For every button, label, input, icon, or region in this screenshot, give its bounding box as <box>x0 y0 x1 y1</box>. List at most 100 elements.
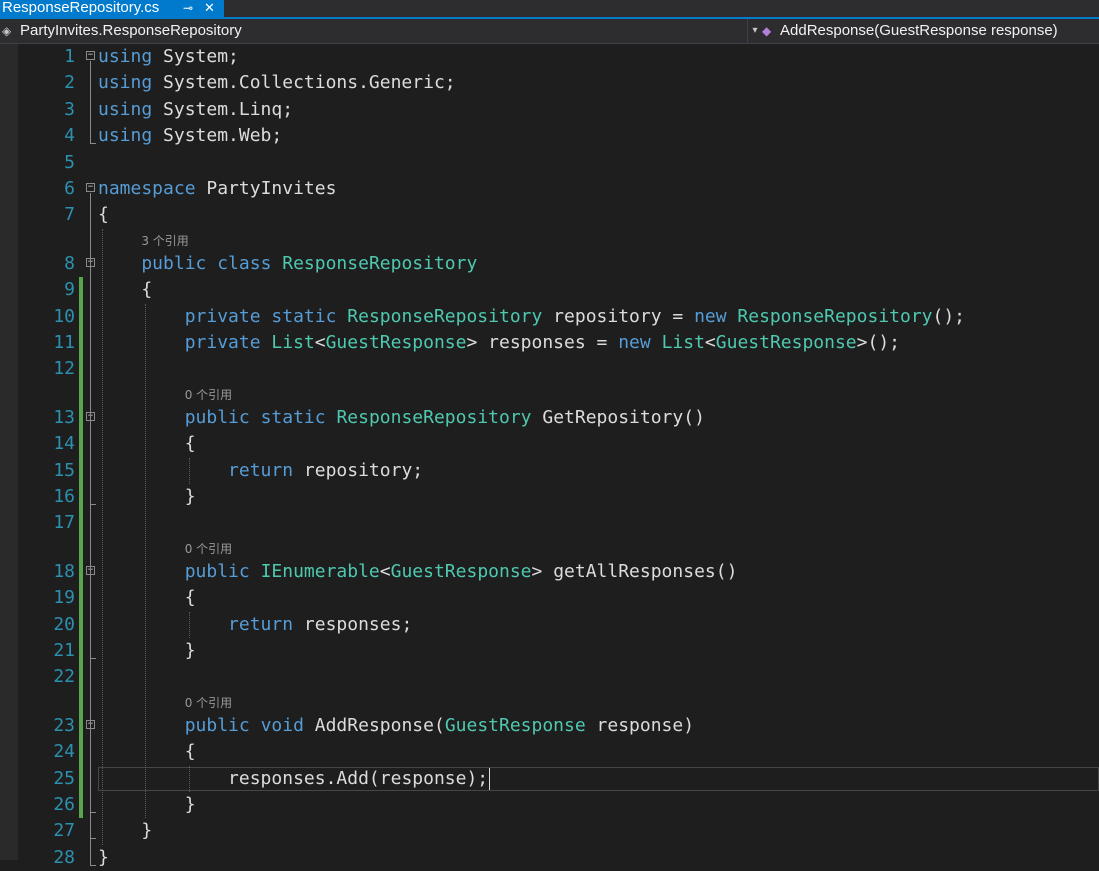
keyword-token: new <box>694 305 727 327</box>
collapse-icon[interactable]: − <box>86 183 95 192</box>
outline-end-marker <box>90 812 96 813</box>
keyword-token: public <box>184 406 250 428</box>
keyword-token: using <box>98 125 153 147</box>
code-line[interactable]: 18−public IEnumerable<GuestResponse> get… <box>0 559 1099 585</box>
line-number: 22 <box>53 666 75 688</box>
code-line[interactable]: 4 using System.Web; <box>0 123 1099 149</box>
keyword-token: static <box>260 406 326 428</box>
code-text: public IEnumerable<GuestResponse> getAll… <box>185 559 738 585</box>
keyword-token: namespace <box>98 178 196 199</box>
code-line[interactable]: 17 <box>0 510 1099 536</box>
outline-method-addresponse <box>90 729 91 812</box>
code-line[interactable]: 9{ <box>0 277 1099 303</box>
code-token: System.Linq; <box>152 98 294 120</box>
code-line[interactable]: 8−public class ResponseRepository <box>0 251 1099 277</box>
code-line[interactable]: 27} <box>0 818 1099 844</box>
code-text: } <box>185 638 196 664</box>
type-token: ResponseRepository <box>282 252 478 274</box>
code-token: } <box>184 486 196 507</box>
code-lens-references[interactable]: 3 个引用 <box>141 232 188 250</box>
line-number: 19 <box>53 587 75 609</box>
code-line[interactable]: 14 { <box>0 431 1099 457</box>
code-line[interactable]: 13−public static ResponseRepository GetR… <box>0 405 1099 431</box>
indent-guide <box>102 228 103 845</box>
code-text: } <box>185 484 196 510</box>
line-number: 28 <box>53 846 75 868</box>
line-number: 7 <box>64 204 75 226</box>
class-icon: ◈ <box>2 24 12 38</box>
code-line[interactable]: 22 <box>0 664 1099 690</box>
chevron-down-icon[interactable]: ▾ <box>749 19 761 43</box>
pin-icon[interactable]: ⊸ <box>183 0 193 16</box>
code-token: } <box>184 640 196 661</box>
code-lens-references[interactable]: 0 个引用 <box>185 694 232 712</box>
code-line[interactable]: 21} <box>0 638 1099 664</box>
collapse-icon[interactable]: − <box>86 51 95 60</box>
type-token: IEnumerable <box>260 560 380 582</box>
code-line[interactable]: 3 using System.Linq; <box>0 97 1099 123</box>
code-token: { <box>184 587 196 609</box>
keyword-token: return <box>228 613 294 635</box>
type-dropdown[interactable]: ◈ PartyInvites.ResponseRepository <box>0 19 748 43</box>
code-token: System.Collections.Generic; <box>152 72 456 94</box>
line-number: 6 <box>64 178 75 199</box>
code-token: { <box>98 204 109 226</box>
code-text: public void AddResponse(GuestResponse re… <box>185 713 694 739</box>
code-editor[interactable]: 1− using System; 2 using System.Collections… <box>0 44 1099 868</box>
code-token: < <box>704 332 716 353</box>
code-token: { <box>184 741 196 763</box>
code-lens-references[interactable]: 0 个引用 <box>185 540 232 558</box>
keyword-token: static <box>271 305 337 327</box>
keyword-token: return <box>228 459 294 481</box>
line-number: 11 <box>53 332 75 353</box>
member-dropdown-label: AddResponse(GuestResponse response) <box>780 22 1058 39</box>
line-number: 12 <box>53 358 75 380</box>
code-lens-references[interactable]: 0 个引用 <box>185 386 232 404</box>
code-text: public static ResponseRepository GetRepo… <box>185 405 705 431</box>
line-number: 26 <box>53 794 75 815</box>
code-line[interactable]: 24 { <box>0 739 1099 765</box>
code-line[interactable]: 26} <box>0 792 1099 818</box>
code-token: repository = <box>542 305 695 327</box>
keyword-token: new <box>618 332 651 353</box>
code-line[interactable]: 25 responses.Add(response); <box>0 766 1099 792</box>
code-line[interactable]: 1 − using System; <box>0 44 1099 70</box>
code-line[interactable]: 20 return responses; <box>0 612 1099 638</box>
code-line[interactable]: 2 using System.Collections.Generic; <box>0 70 1099 96</box>
outline-using-block <box>90 61 91 144</box>
line-number: 18 <box>53 560 75 582</box>
code-line[interactable]: 10 private static ResponseRepository repo… <box>0 304 1099 330</box>
code-line[interactable]: 15 return repository; <box>0 458 1099 484</box>
code-token: >(); <box>856 332 901 353</box>
code-token: AddResponse( <box>303 714 445 736</box>
line-number: 10 <box>53 305 75 327</box>
code-line[interactable]: 11 private List<GuestResponse> responses … <box>0 330 1099 356</box>
member-dropdown[interactable]: ◆ AddResponse(GuestResponse response) <box>762 19 1099 43</box>
code-line[interactable]: 28} <box>0 845 1099 871</box>
line-number: 1 <box>64 46 75 67</box>
code-line[interactable]: 16} <box>0 484 1099 510</box>
tab-response-repository[interactable]: ResponseRepository.cs ⊸ ✕ <box>0 0 224 17</box>
code-line[interactable]: 5 <box>0 150 1099 176</box>
code-line[interactable]: 7{ <box>0 202 1099 228</box>
code-line[interactable]: 23−public void AddResponse(GuestResponse… <box>0 713 1099 739</box>
keyword-token: public <box>184 714 250 736</box>
keyword-token: class <box>217 252 272 274</box>
line-number: 16 <box>53 486 75 507</box>
code-line[interactable]: 19 { <box>0 585 1099 611</box>
code-text: return responses; <box>228 612 412 638</box>
code-text: { <box>141 277 152 303</box>
code-token: < <box>314 332 326 353</box>
code-line[interactable]: 6 − namespace PartyInvites <box>0 176 1099 202</box>
code-line[interactable]: 12 <box>0 356 1099 382</box>
code-text: using System.Linq; <box>98 97 293 123</box>
code-token: System.Web; <box>152 125 283 147</box>
close-icon[interactable]: ✕ <box>204 0 215 16</box>
code-text: return repository; <box>228 458 423 484</box>
